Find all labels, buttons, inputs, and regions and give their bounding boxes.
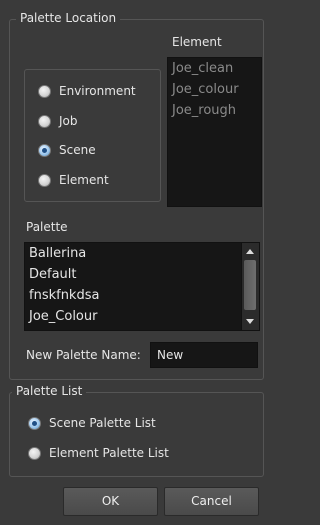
radio-element-palette-list[interactable]: Element Palette List: [28, 446, 169, 460]
radio-scene-palette-list-dot[interactable]: [28, 416, 41, 430]
radio-scene-label: Scene: [59, 143, 96, 157]
radio-environment[interactable]: Environment: [38, 84, 136, 98]
element-list[interactable]: Joe_clean Joe_colour Joe_rough: [167, 57, 262, 207]
palette-list[interactable]: Ballerina Default fnskfnkdsa Joe_Colour: [24, 242, 260, 331]
palette-header: Palette: [26, 220, 68, 234]
palette-list-item[interactable]: fnskfnkdsa: [25, 285, 241, 306]
radio-element-palette-list-dot[interactable]: [28, 446, 41, 460]
palette-list-item[interactable]: Ballerina: [25, 243, 241, 264]
radio-scene[interactable]: Scene: [38, 143, 96, 157]
ok-button[interactable]: OK: [63, 487, 158, 516]
radio-element-palette-list-label: Element Palette List: [49, 446, 169, 460]
element-list-item[interactable]: Joe_rough: [168, 100, 261, 121]
radio-environment-dot[interactable]: [38, 84, 51, 98]
palette-location-title: Palette Location: [16, 11, 121, 25]
element-list-item[interactable]: Joe_colour: [168, 79, 261, 100]
radio-scene-palette-list[interactable]: Scene Palette List: [28, 416, 156, 430]
radio-job-dot[interactable]: [38, 114, 51, 128]
palette-scrollbar[interactable]: [241, 243, 259, 330]
new-palette-name-input[interactable]: [150, 342, 258, 368]
palette-list-item[interactable]: Default: [25, 264, 241, 285]
scroll-down-icon[interactable]: [246, 319, 254, 324]
element-header: Element: [172, 35, 222, 49]
element-list-item[interactable]: Joe_clean: [168, 58, 261, 79]
radio-element-label: Element: [59, 173, 109, 187]
palette-list-group: [9, 392, 264, 477]
scrollbar-thumb[interactable]: [244, 260, 256, 310]
radio-scene-palette-list-label: Scene Palette List: [49, 416, 156, 430]
new-palette-name-label: New Palette Name:: [26, 348, 141, 362]
radio-scene-dot[interactable]: [38, 143, 51, 157]
scroll-up-icon[interactable]: [246, 249, 254, 254]
palette-list-item[interactable]: Joe_Colour: [25, 306, 241, 327]
radio-element-dot[interactable]: [38, 173, 51, 187]
radio-environment-label: Environment: [59, 84, 136, 98]
palette-list-title: Palette List: [12, 384, 87, 398]
radio-job-label: Job: [59, 114, 78, 128]
cancel-button[interactable]: Cancel: [164, 487, 259, 516]
radio-job[interactable]: Job: [38, 114, 78, 128]
radio-element[interactable]: Element: [38, 173, 109, 187]
